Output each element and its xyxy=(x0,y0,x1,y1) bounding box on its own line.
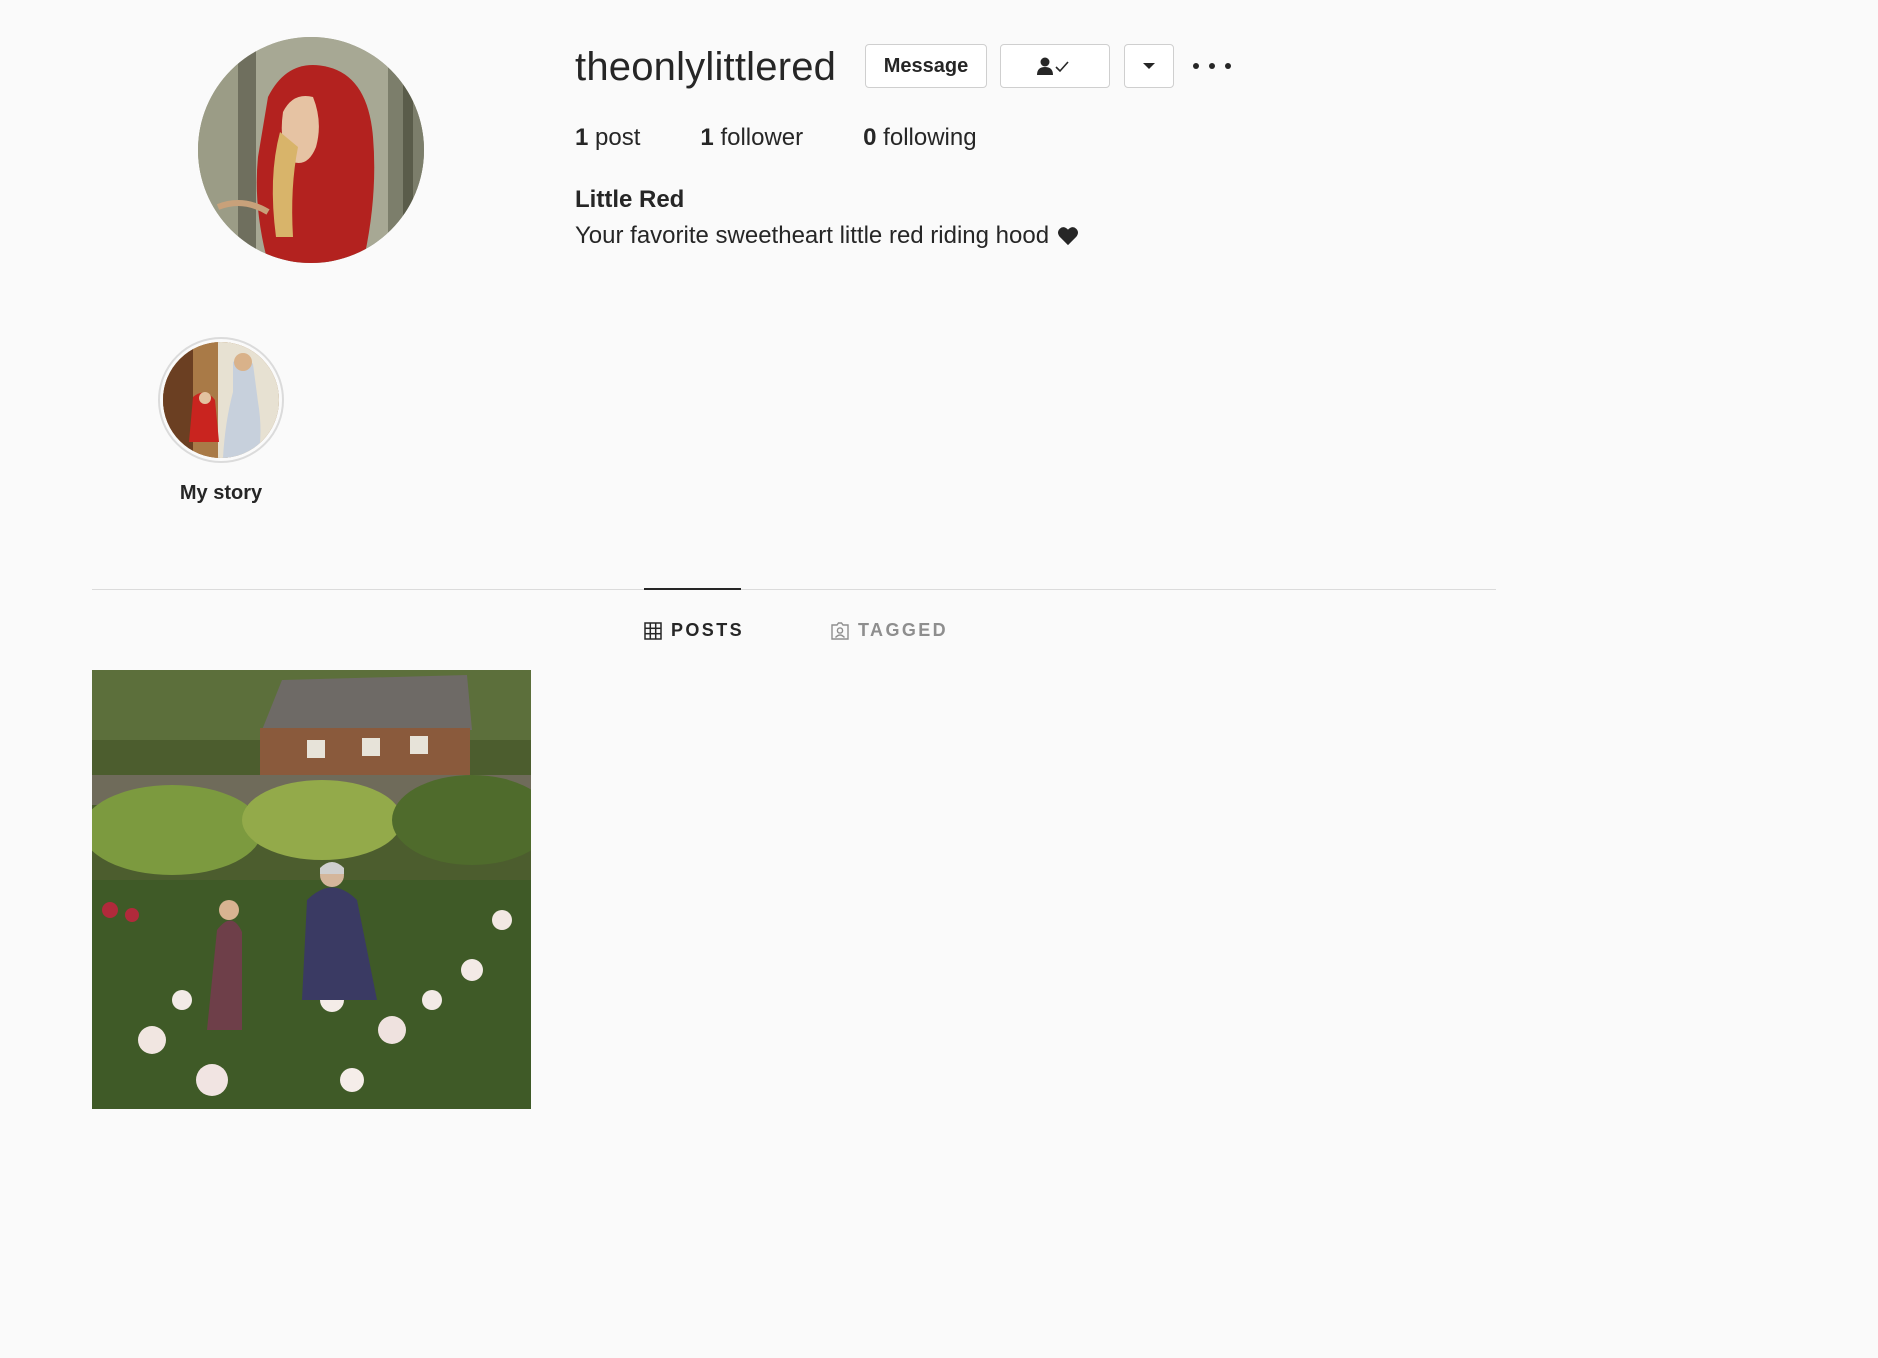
profile-stats: 1 post 1 follower 0 following xyxy=(575,124,1037,152)
following-stat[interactable]: 0 following xyxy=(863,124,976,152)
story-highlight-label: My story xyxy=(179,482,263,504)
posts-count: 1 xyxy=(575,124,589,151)
profile-full-name: Little Red xyxy=(575,186,685,213)
post-image xyxy=(92,670,531,1109)
following-button[interactable] xyxy=(1000,44,1110,88)
grid-icon xyxy=(644,621,662,640)
person-check-icon xyxy=(1037,57,1069,75)
more-options-button[interactable] xyxy=(1193,56,1231,76)
tab-tagged[interactable]: TAGGED xyxy=(831,620,948,641)
followers-label: follower xyxy=(720,124,804,151)
tab-tagged-label: TAGGED xyxy=(858,620,949,640)
followers-stat[interactable]: 1 follower xyxy=(700,124,803,152)
avatar-image xyxy=(198,37,424,263)
more-options-icon xyxy=(1225,63,1231,69)
profile-avatar[interactable] xyxy=(198,37,424,263)
profile-bio: Your favorite sweetheart little red ridi… xyxy=(575,222,1079,250)
story-highlight[interactable] xyxy=(158,337,284,463)
followers-count: 1 xyxy=(700,124,714,151)
more-options-icon xyxy=(1193,63,1199,69)
tag-user-icon xyxy=(831,621,849,640)
heart-icon xyxy=(1058,227,1079,246)
bio-text: Your favorite sweetheart little red ridi… xyxy=(575,222,1050,249)
more-options-icon xyxy=(1209,63,1215,69)
posts-stat: 1 post xyxy=(575,124,640,152)
following-label: following xyxy=(883,124,977,151)
profile-page: theonlylittlered Message 1 post 1 follow… xyxy=(0,0,1568,1134)
tabs-divider xyxy=(92,589,1496,590)
tab-posts-label: POSTS xyxy=(671,620,745,640)
story-highlight-image xyxy=(163,342,279,458)
posts-label: post xyxy=(595,124,641,151)
tab-posts[interactable]: POSTS xyxy=(644,620,744,641)
post-thumbnail[interactable] xyxy=(92,670,531,1109)
following-count: 0 xyxy=(863,124,877,151)
chevron-down-icon xyxy=(1143,63,1155,69)
message-button[interactable]: Message xyxy=(865,44,987,88)
profile-username: theonlylittlered xyxy=(575,45,837,89)
suggestions-dropdown-button[interactable] xyxy=(1124,44,1174,88)
active-tab-indicator xyxy=(644,588,741,590)
